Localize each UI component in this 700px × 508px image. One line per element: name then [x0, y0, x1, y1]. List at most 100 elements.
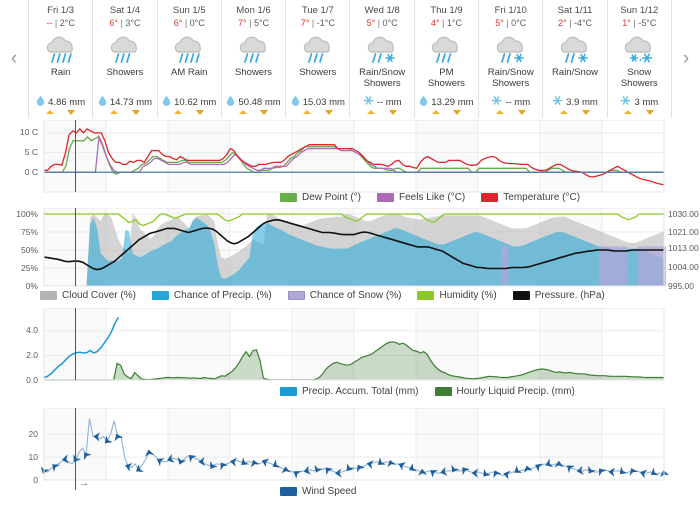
- cloud-showers-icon: [428, 31, 464, 65]
- wind-barb: [356, 464, 365, 473]
- wind-speed-chart: 20 10 0 Wind Speed →: [0, 408, 700, 508]
- day-name: Wed 1/8: [364, 5, 400, 16]
- y-axis-tick-label: 0%: [25, 280, 38, 291]
- day-low-temp: 1°C: [446, 18, 462, 28]
- legend-swatch: [40, 291, 57, 300]
- sunrise-icon: [110, 110, 119, 114]
- legend-item[interactable]: Humidity (%): [417, 290, 497, 301]
- day-precip-value: 14.73 mm: [109, 96, 153, 108]
- y-axis-tick-label: 5 C: [24, 147, 38, 158]
- day-precip-total: 10.62 mm: [162, 95, 216, 110]
- legend-item[interactable]: Temperature (°C): [481, 192, 580, 203]
- y-axis-tick-label: 10 C: [20, 127, 38, 138]
- legend-item[interactable]: Precip. Accum. Total (mm): [280, 386, 419, 397]
- legend-label: Feels Like (°C): [399, 192, 466, 203]
- sunset-icon: [196, 110, 205, 115]
- wind-barb: [281, 466, 291, 474]
- sun-times: [350, 110, 413, 118]
- day-temps: 6° | 3°C: [109, 18, 141, 28]
- day-temps: 6° | 0°C: [173, 18, 205, 28]
- day-card[interactable]: Sun 1/12 1° | -5°C Snow Showers 3 mm: [607, 0, 672, 118]
- day-high-temp: 2°: [557, 18, 567, 28]
- legend-swatch: [287, 291, 305, 300]
- prev-days-arrow[interactable]: ‹: [0, 0, 28, 118]
- legend-item[interactable]: Wind Speed: [280, 486, 356, 497]
- day-card[interactable]: Tue 1/7 7° | -1°C Showers 15.03 mm: [286, 0, 351, 118]
- day-precip-total: 13.29 mm: [419, 95, 474, 110]
- legend-item[interactable]: Pressure. (hPa): [512, 290, 605, 301]
- day-precip-total: 50.48 mm: [226, 95, 281, 110]
- day-precip-total: 3 mm: [620, 95, 658, 110]
- day-temps: -- | 2°C: [46, 18, 75, 28]
- day-card[interactable]: Wed 1/8 5° | 0°C Rain/Snow Showers -- mm: [350, 0, 415, 118]
- legend-label: Humidity (%): [439, 290, 497, 301]
- wind-barb: [125, 462, 133, 472]
- legend-item[interactable]: Feels Like (°C): [377, 192, 465, 203]
- sunrise-icon: [495, 110, 504, 114]
- day-temps: 2° | -4°C: [557, 18, 593, 28]
- current-time-marker: [75, 120, 76, 192]
- sun-times: [158, 110, 221, 118]
- sunrise-icon: [560, 110, 569, 114]
- cloud-rain-snow-icon: [557, 31, 593, 65]
- day-card[interactable]: Thu 1/9 4° | 1°C PM Showers 13.29 mm: [414, 0, 480, 118]
- wind-barb: [261, 458, 270, 468]
- cloud-showers-icon: [300, 31, 336, 65]
- legend-label: Precip. Accum. Total (mm): [302, 386, 419, 397]
- sunrise-icon: [624, 110, 633, 114]
- legend-swatch: [280, 193, 297, 202]
- legend-item[interactable]: Dew Point (°): [280, 192, 361, 203]
- sunrise-icon: [431, 110, 440, 114]
- weather-forecast-dashboard: ‹ Fri 1/3 -- | 2°C Rain 4.86 mm Sat 1/4 6° | …: [0, 0, 700, 508]
- day-card[interactable]: Sat 1/11 2° | -4°C Rain/Snow 3.9 mm: [543, 0, 608, 118]
- wind-barb: [493, 470, 502, 479]
- legend-swatch: [512, 291, 530, 300]
- day-condition: Showers: [299, 67, 337, 78]
- legend-swatch: [280, 387, 297, 396]
- day-high-temp: 5°: [495, 18, 504, 28]
- cloud-showers-icon: [236, 31, 272, 65]
- wind-barb: [650, 467, 659, 476]
- raindrop-icon: [36, 95, 45, 109]
- day-condition: Rain/Snow Showers: [487, 67, 534, 89]
- day-low-temp: -1°C: [316, 18, 335, 28]
- legend-swatch: [417, 291, 435, 300]
- y-axis-right-tick-label: 1004.00: [668, 261, 699, 272]
- legend-item[interactable]: Cloud Cover (%): [40, 290, 136, 301]
- wind-barb: [145, 449, 155, 457]
- legend-label: Chance of Snow (%): [309, 290, 402, 301]
- y-axis-tick-label: 0 C: [24, 166, 38, 177]
- day-card[interactable]: Sat 1/4 6° | 3°C Showers 14.73 mm: [93, 0, 158, 118]
- legend-item[interactable]: Chance of Precip. (%): [151, 290, 272, 301]
- legend-item[interactable]: Chance of Snow (%): [287, 290, 402, 301]
- legend-swatch: [481, 193, 499, 202]
- day-precip-value: 3.9 mm: [566, 96, 598, 108]
- day-card[interactable]: Mon 1/6 7° | 5°C Showers 50.48 mm: [221, 0, 287, 118]
- day-card[interactable]: Fri 1/3 -- | 2°C Rain 4.86 mm: [29, 0, 94, 118]
- wind-barb: [272, 459, 281, 468]
- day-card[interactable]: Sun 1/5 6° | 0°C AM Rain 10.62 mm: [157, 0, 222, 118]
- day-high-temp: 7°: [238, 18, 247, 28]
- day-low-temp: -5°C: [638, 18, 657, 28]
- wind-barb: [408, 463, 417, 472]
- legend-item[interactable]: Hourly Liquid Precip. (mm): [434, 386, 575, 397]
- day-condition: Showers: [235, 67, 273, 78]
- day-low-temp: 0°C: [189, 18, 205, 28]
- day-precip-value: 13.29 mm: [431, 96, 474, 108]
- day-precip-total: 15.03 mm: [291, 95, 345, 110]
- day-name: Fri 1/10: [494, 5, 527, 16]
- wind-barb: [241, 457, 250, 465]
- legend-label: Temperature (°C): [503, 192, 581, 203]
- day-name: Mon 1/6: [236, 5, 271, 16]
- current-time-marker: [75, 408, 76, 490]
- day-condition: AM Rain: [171, 67, 208, 78]
- sunset-icon: [324, 110, 333, 115]
- sunset-icon: [260, 110, 269, 115]
- day-card[interactable]: Fri 1/10 5° | 0°C Rain/Snow Showers -- mm: [479, 0, 544, 118]
- y-axis-tick-label: 75%: [20, 226, 38, 237]
- sunset-icon: [453, 110, 462, 115]
- cloud-rain-icon: [171, 31, 207, 65]
- sunset-icon: [646, 110, 655, 115]
- snowflake-icon: [552, 95, 563, 109]
- next-days-arrow[interactable]: ›: [672, 0, 700, 118]
